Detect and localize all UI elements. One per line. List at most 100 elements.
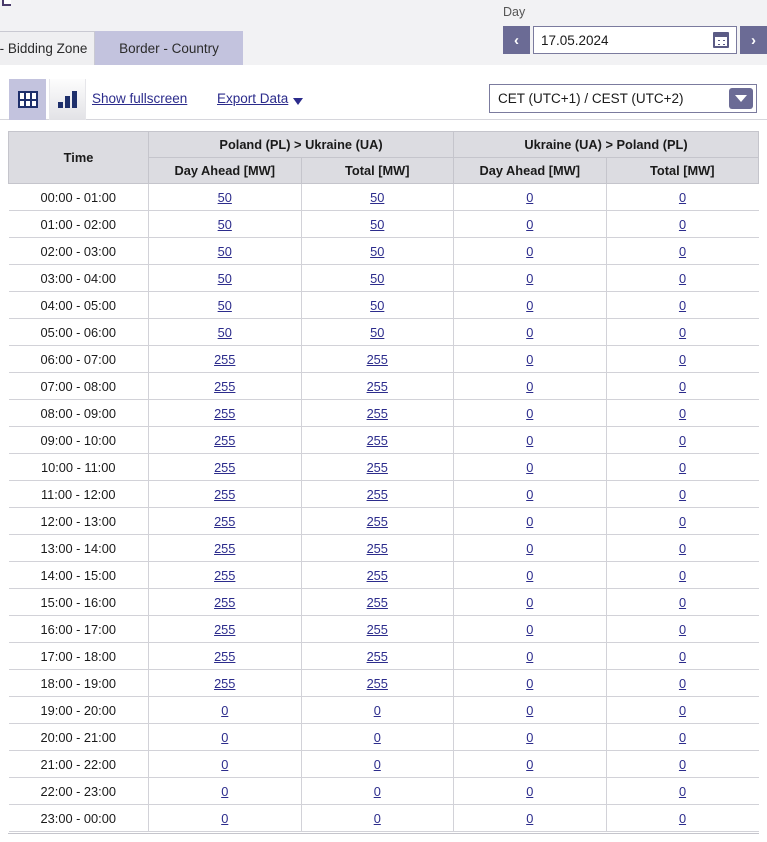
cell-value-link[interactable]: 0 (679, 649, 686, 664)
cell-value-link[interactable]: 0 (679, 244, 686, 259)
cell-value-link[interactable]: 0 (526, 460, 533, 475)
cell-value-link[interactable]: 0 (374, 730, 381, 745)
cell-value-link[interactable]: 0 (526, 568, 533, 583)
cell-value-link[interactable]: 255 (367, 676, 388, 691)
cell-value-link[interactable]: 0 (221, 784, 228, 799)
cell-value-link[interactable]: 0 (679, 514, 686, 529)
cell-value-link[interactable]: 50 (218, 325, 232, 340)
cell-value-link[interactable]: 255 (214, 676, 235, 691)
cell-value-link[interactable]: 50 (370, 271, 384, 286)
next-day-button[interactable]: › (740, 26, 767, 54)
cell-value-link[interactable]: 0 (526, 676, 533, 691)
cell-value-link[interactable]: 0 (679, 190, 686, 205)
cell-value-link[interactable]: 0 (526, 244, 533, 259)
tab-border-country[interactable]: Border - Country (95, 31, 243, 65)
cell-value-link[interactable]: 0 (679, 271, 686, 286)
cell-value-link[interactable]: 50 (218, 217, 232, 232)
cell-value-link[interactable]: 0 (526, 352, 533, 367)
cell-value-link[interactable]: 255 (367, 568, 388, 583)
cell-value-link[interactable]: 0 (526, 811, 533, 826)
cell-value-link[interactable]: 255 (214, 460, 235, 475)
cell-value-link[interactable]: 0 (679, 595, 686, 610)
cell-value-link[interactable]: 255 (367, 622, 388, 637)
cell-value-link[interactable]: 50 (218, 271, 232, 286)
cell-value-link[interactable]: 0 (526, 406, 533, 421)
cell-value-link[interactable]: 0 (679, 487, 686, 502)
cell-value-link[interactable]: 255 (367, 541, 388, 556)
cell-value-link[interactable]: 0 (526, 649, 533, 664)
cell-value-link[interactable]: 50 (218, 244, 232, 259)
table-view-button[interactable] (9, 79, 46, 120)
cell-value-link[interactable]: 255 (214, 622, 235, 637)
cell-value-link[interactable]: 0 (526, 325, 533, 340)
cell-value-link[interactable]: 255 (367, 487, 388, 502)
cell-value-link[interactable]: 0 (679, 298, 686, 313)
cell-value-link[interactable]: 0 (679, 217, 686, 232)
cell-value-link[interactable]: 255 (214, 406, 235, 421)
cell-value-link[interactable]: 0 (526, 487, 533, 502)
cell-value-link[interactable]: 50 (370, 244, 384, 259)
cell-value-link[interactable]: 50 (370, 298, 384, 313)
previous-day-button[interactable]: ‹ (503, 26, 530, 54)
cell-value-link[interactable]: 50 (218, 190, 232, 205)
cell-value-link[interactable]: 255 (367, 379, 388, 394)
cell-value-link[interactable]: 255 (367, 595, 388, 610)
cell-value-link[interactable]: 0 (526, 433, 533, 448)
cell-value-link[interactable]: 0 (374, 757, 381, 772)
cell-value-link[interactable]: 0 (374, 811, 381, 826)
cell-value-link[interactable]: 0 (526, 514, 533, 529)
cell-value-link[interactable]: 50 (370, 217, 384, 232)
cell-value-link[interactable]: 0 (679, 784, 686, 799)
cell-value-link[interactable]: 255 (367, 460, 388, 475)
cell-value-link[interactable]: 255 (367, 352, 388, 367)
cell-value-link[interactable]: 0 (679, 757, 686, 772)
cell-value-link[interactable]: 255 (214, 568, 235, 583)
cell-value-link[interactable]: 50 (218, 298, 232, 313)
cell-value-link[interactable]: 255 (214, 352, 235, 367)
cell-value-link[interactable]: 0 (679, 676, 686, 691)
cell-value-link[interactable]: 0 (679, 406, 686, 421)
cell-value-link[interactable]: 255 (367, 514, 388, 529)
cell-value-link[interactable]: 0 (679, 352, 686, 367)
cell-value-link[interactable]: 0 (526, 784, 533, 799)
cell-value-link[interactable]: 0 (526, 703, 533, 718)
cell-value-link[interactable]: 0 (526, 298, 533, 313)
cell-value-link[interactable]: 0 (679, 568, 686, 583)
cell-value-link[interactable]: 255 (214, 649, 235, 664)
cell-value-link[interactable]: 0 (679, 541, 686, 556)
cell-value-link[interactable]: 255 (214, 595, 235, 610)
cell-value-link[interactable]: 255 (214, 433, 235, 448)
cell-value-link[interactable]: 255 (367, 649, 388, 664)
cell-value-link[interactable]: 0 (526, 379, 533, 394)
cell-value-link[interactable]: 255 (214, 541, 235, 556)
caret-down-icon[interactable] (293, 98, 303, 105)
cell-value-link[interactable]: 0 (679, 325, 686, 340)
cell-value-link[interactable]: 255 (214, 514, 235, 529)
tab-bidding-zone[interactable]: - Bidding Zone (0, 31, 95, 65)
cell-value-link[interactable]: 50 (370, 325, 384, 340)
timezone-select[interactable]: CET (UTC+1) / CEST (UTC+2) (489, 84, 757, 113)
cell-value-link[interactable]: 0 (374, 703, 381, 718)
cell-value-link[interactable]: 0 (526, 190, 533, 205)
cell-value-link[interactable]: 0 (526, 541, 533, 556)
cell-value-link[interactable]: 0 (374, 784, 381, 799)
cell-value-link[interactable]: 255 (367, 406, 388, 421)
cell-value-link[interactable]: 0 (221, 730, 228, 745)
cell-value-link[interactable]: 0 (679, 622, 686, 637)
cell-value-link[interactable]: 0 (679, 703, 686, 718)
cell-value-link[interactable]: 0 (526, 595, 533, 610)
dropdown-arrow-icon[interactable] (729, 88, 753, 109)
cell-value-link[interactable]: 0 (526, 271, 533, 286)
cell-value-link[interactable]: 0 (679, 811, 686, 826)
export-data-link[interactable]: Export Data (217, 91, 288, 106)
cell-value-link[interactable]: 0 (221, 703, 228, 718)
cell-value-link[interactable]: 0 (679, 379, 686, 394)
cell-value-link[interactable]: 0 (526, 757, 533, 772)
cell-value-link[interactable]: 255 (214, 379, 235, 394)
show-fullscreen-link[interactable]: Show fullscreen (92, 91, 187, 106)
cell-value-link[interactable]: 50 (370, 190, 384, 205)
cell-value-link[interactable]: 255 (367, 433, 388, 448)
chart-view-button[interactable] (49, 79, 86, 120)
calendar-icon[interactable] (713, 32, 729, 48)
cell-value-link[interactable]: 255 (214, 487, 235, 502)
